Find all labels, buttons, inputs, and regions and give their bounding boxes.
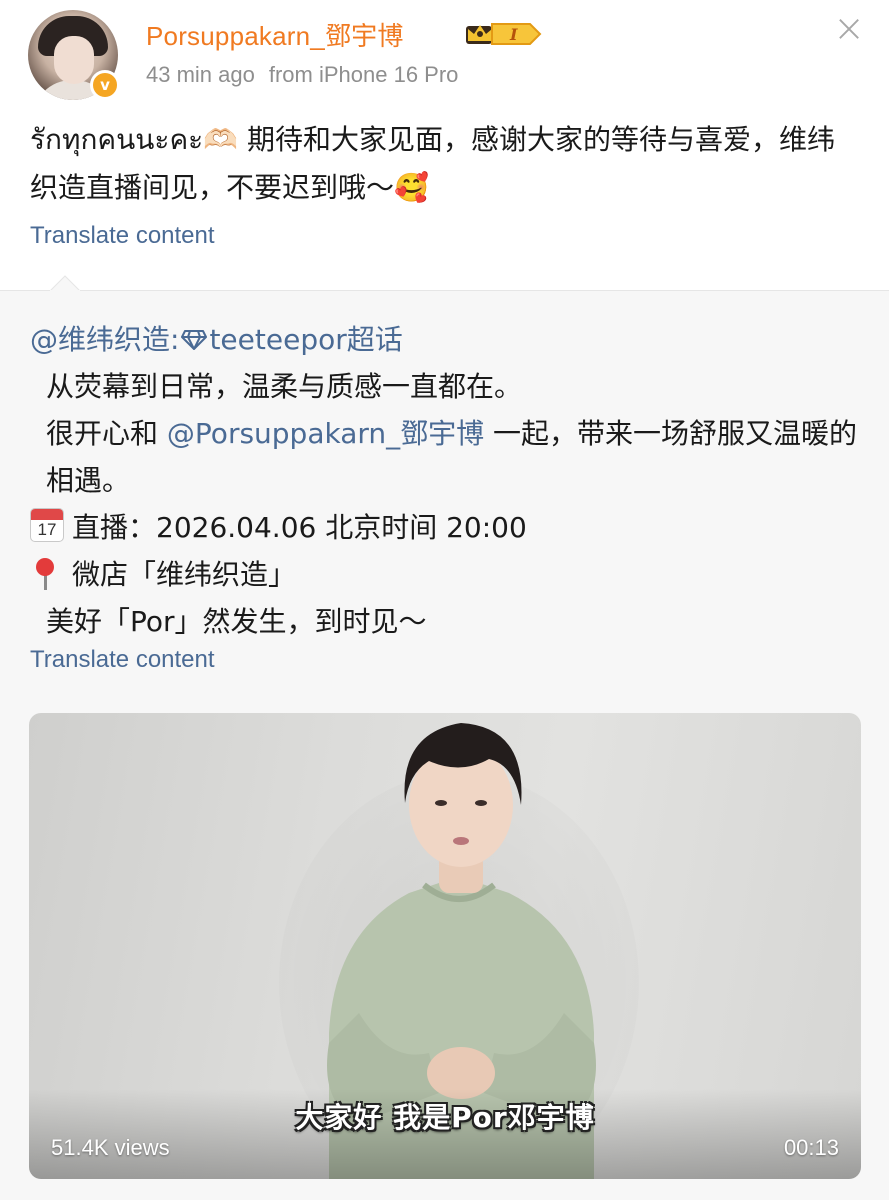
shop-info-line: 微店「维纬织造」 — [30, 551, 865, 598]
close-icon[interactable]: × — [833, 9, 865, 47]
repost-line-2: 很开心和 @Porsuppakarn_鄧宇博 一起，带来一场舒服又温暖的相遇。 — [30, 410, 865, 504]
repost-author-line: @维纬织造: teeteepor超话 — [30, 316, 865, 363]
repost-notch — [50, 275, 80, 291]
post-time: 43 min ago — [146, 62, 255, 87]
repost-translate-content-link[interactable]: Translate content — [30, 646, 215, 674]
post-header: v Porsuppakarn_鄧宇博 I 43 min ago from iPho… — [0, 0, 889, 110]
super-topic-link[interactable]: teeteepor超话 — [179, 323, 403, 356]
live-info: 直播：2026.04.06 北京时间 20:00 — [72, 511, 527, 544]
repost-line-1: 从荧幕到日常，温柔与质感一直都在。 — [46, 370, 523, 403]
video-subtitle: 大家好 我是Por邓宇博 — [295, 1101, 595, 1134]
level-badge-icon: I — [491, 23, 542, 45]
post-source: from iPhone 16 Pro — [268, 62, 459, 87]
video-player[interactable]: 大家好 我是Por邓宇博 51.4K views 00:13 — [29, 713, 861, 1179]
post-text: รักทุกคนนะคะ🫶🏻 期待和大家见面，感谢大家的等待与喜爱，维纬织造直播… — [30, 123, 835, 204]
avatar-face — [54, 36, 94, 84]
calendar-emoji: 17 — [30, 508, 64, 542]
repost-author-link[interactable]: @维纬织造 — [30, 323, 170, 356]
mention-link[interactable]: @Porsuppakarn_鄧宇博 — [167, 417, 484, 450]
video-views: 51.4K views — [51, 1135, 170, 1160]
post-meta: 43 min ago from iPhone 16 Pro — [146, 62, 458, 88]
translate-content-link[interactable]: Translate content — [30, 222, 215, 250]
level-badge-label: I — [509, 25, 518, 44]
round-pushpin-emoji — [30, 556, 60, 590]
username[interactable]: Porsuppakarn_鄧宇博 — [146, 16, 404, 53]
video-duration: 00:13 — [783, 1135, 839, 1160]
shop-info: 微店「维纬织造」 — [72, 558, 297, 591]
super-topic-label: teeteepor超话 — [209, 323, 403, 356]
pin-needle — [44, 574, 47, 590]
repost-closing: 美好「Por」然发生，到时见～ — [46, 605, 427, 638]
repost-text: @维纬织造: teeteepor超话 从荧幕到日常，温柔与质感一直都在。 很开心和… — [30, 316, 865, 645]
calendar-day: 17 — [37, 520, 57, 539]
live-info-line: 17 直播：2026.04.06 北京时间 20:00 — [30, 504, 865, 551]
pin-head — [36, 558, 54, 576]
repost-line-2-pre: 很开心和 — [46, 417, 159, 450]
diamond-icon — [181, 330, 208, 350]
verified-icon: v — [90, 70, 120, 100]
